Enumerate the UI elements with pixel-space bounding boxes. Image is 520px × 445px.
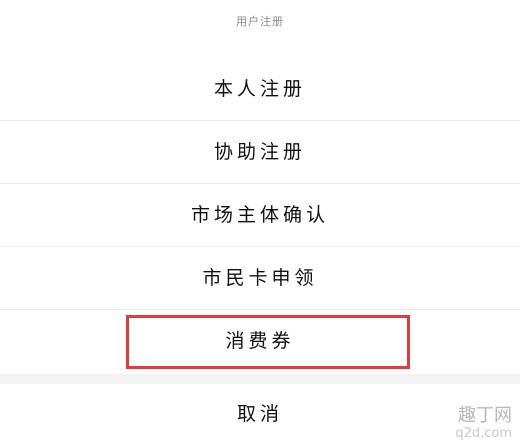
menu-item-market-entity-confirm[interactable]: 市场主体确认: [0, 184, 520, 246]
section-gap: [0, 374, 520, 384]
menu-item-citizen-card-apply[interactable]: 市民卡申领: [0, 247, 520, 309]
sheet-title: 用户注册: [236, 15, 284, 28]
menu-item-self-register[interactable]: 本人注册: [0, 58, 520, 120]
menu-item-coupon[interactable]: 消费券: [0, 310, 520, 372]
cancel-button[interactable]: 取消: [0, 384, 520, 445]
action-sheet: 用户注册 本人注册 协助注册 市场主体确认 市民卡申领 消费券 取消: [0, 0, 520, 445]
menu-item-assist-register[interactable]: 协助注册: [0, 121, 520, 183]
